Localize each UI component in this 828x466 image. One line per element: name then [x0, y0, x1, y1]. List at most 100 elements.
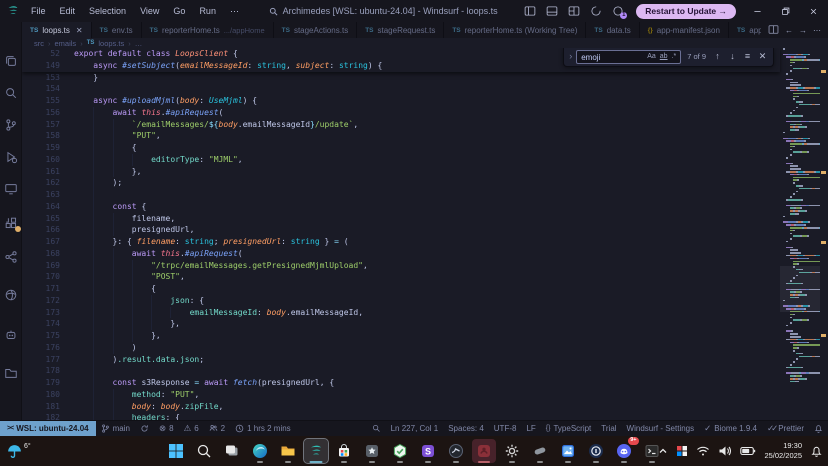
taskbar-settings-icon[interactable]	[500, 439, 524, 463]
trial[interactable]: Trial	[596, 421, 621, 436]
search-icon[interactable]	[0, 82, 22, 104]
tab-stagerequest.ts[interactable]: TSstageRequest.ts	[357, 22, 444, 38]
find-next-button[interactable]: ↓	[727, 51, 738, 63]
find-in-selection-button[interactable]: ≡	[742, 51, 753, 63]
taskbar-edge-icon[interactable]	[248, 439, 272, 463]
remote-explorer-icon[interactable]	[0, 178, 22, 200]
git-branch[interactable]: main	[96, 421, 135, 436]
battery-icon[interactable]	[740, 446, 756, 456]
taskbar-store-icon[interactable]	[332, 439, 356, 463]
taskbar-onepassword-icon[interactable]	[584, 439, 608, 463]
explorer-folder-icon[interactable]	[0, 362, 22, 384]
overview-ruler[interactable]	[820, 48, 828, 420]
source-control-icon[interactable]	[0, 114, 22, 136]
cascade-circle-icon[interactable]	[586, 2, 606, 20]
taskbar-file-explorer-icon[interactable]	[276, 439, 300, 463]
tab-stageactions.ts[interactable]: TSstageActions.ts	[274, 22, 358, 38]
taskbar-discord-icon[interactable]: 9+	[612, 439, 636, 463]
minimap[interactable]	[780, 48, 820, 420]
menu-view[interactable]: View	[133, 6, 166, 17]
minimize-button[interactable]	[744, 0, 770, 22]
taskbar-app-pill-icon[interactable]	[528, 439, 552, 463]
session-timer[interactable]: 1 hrs 2 mins	[230, 421, 296, 436]
problems-warnings[interactable]: ⚠6	[179, 421, 204, 436]
layout-sidebar-icon[interactable]	[520, 2, 540, 20]
menu-[interactable]: ⋯	[223, 6, 246, 17]
whole-word-toggle[interactable]: ab	[660, 51, 668, 63]
layout-customize-icon[interactable]	[564, 2, 584, 20]
layout-panel-icon[interactable]	[542, 2, 562, 20]
indentation[interactable]: Spaces: 4	[443, 421, 489, 436]
find-previous-button[interactable]: ↑	[712, 51, 723, 63]
biome[interactable]: ✓Biome 1.9.4	[699, 421, 762, 436]
account-icon[interactable]: 1	[608, 2, 628, 20]
notification-bell-icon[interactable]	[810, 445, 823, 458]
tab-close-icon[interactable]: ✕	[76, 26, 83, 35]
tab-data.ts[interactable]: TSdata.ts	[586, 22, 639, 38]
menu-file[interactable]: File	[24, 6, 53, 17]
taskbar-app-star-icon[interactable]	[360, 439, 384, 463]
taskbar-start-icon[interactable]	[164, 439, 188, 463]
taskbar-windsurf-icon[interactable]	[304, 439, 328, 463]
restart-to-update-button[interactable]: Restart to Update →	[636, 4, 736, 19]
close-button[interactable]	[800, 0, 826, 22]
references-icon[interactable]	[0, 246, 22, 268]
find-expand-icon[interactable]: ›	[569, 51, 572, 63]
remote-indicator[interactable]: ><WSL: ubuntu-24.04	[0, 421, 96, 436]
more-actions-icon[interactable]: ⋯	[813, 26, 821, 35]
encoding[interactable]: UTF-8	[489, 421, 522, 436]
breadcrumb-item[interactable]: src	[34, 39, 44, 48]
breadcrumb-item[interactable]: loops.ts	[98, 39, 124, 48]
prettier[interactable]: ✓✓Prettier	[762, 421, 809, 436]
language-mode[interactable]: {}TypeScript	[541, 421, 596, 436]
code-editor[interactable]: 153 }154 155 async #uploadMjml(body: Use…	[22, 48, 828, 420]
taskbar-taskbar-search-icon[interactable]	[192, 439, 216, 463]
tab-app-manifest.json[interactable]: {}app-manifest.json	[640, 22, 729, 38]
split-editor-icon[interactable]	[768, 24, 779, 37]
tab-loops.ts[interactable]: TSloops.ts✕	[22, 22, 92, 38]
taskbar-app-circle-icon[interactable]	[444, 439, 468, 463]
menu-go[interactable]: Go	[166, 6, 192, 17]
taskbar-photos-icon[interactable]	[556, 439, 580, 463]
tab-apphome[interactable]: TSappHome	[729, 22, 761, 38]
status-search[interactable]	[367, 421, 386, 436]
find-close-button[interactable]: ✕	[757, 51, 768, 63]
cursor-position[interactable]: Ln 227, Col 1	[386, 421, 444, 436]
tray-app-icon[interactable]	[676, 445, 688, 457]
menu-run[interactable]: Run	[192, 6, 223, 17]
tab-reporterhome.ts-working-tree-[interactable]: TSreporterHome.ts (Working Tree)	[444, 22, 586, 38]
nav-forward-icon[interactable]: →	[799, 26, 807, 35]
command-center[interactable]: Archimedes [WSL: ubuntu-24.04] - Windsur…	[246, 6, 520, 16]
extensions-icon[interactable]	[0, 212, 22, 234]
match-case-toggle[interactable]: Aa	[647, 51, 656, 63]
tray-clock[interactable]: 19:30 25/02/2025	[764, 441, 802, 461]
breadcrumb-item[interactable]: emails	[55, 39, 77, 48]
browser-preview-icon[interactable]	[0, 284, 22, 306]
taskbar-task-view-icon[interactable]	[220, 439, 244, 463]
notifications-bell[interactable]	[809, 421, 828, 436]
taskbar-app-hexagon-icon[interactable]	[388, 439, 412, 463]
menu-edit[interactable]: Edit	[53, 6, 83, 17]
git-sync[interactable]	[135, 421, 154, 436]
cascade-icon[interactable]	[0, 324, 22, 346]
windsurf-settings[interactable]: Windsurf - Settings	[622, 421, 700, 436]
tray-chevron-up-icon[interactable]	[658, 446, 668, 456]
taskbar-app-purple-s-icon[interactable]: S	[416, 439, 440, 463]
breadcrumb-item[interactable]: …	[135, 39, 143, 48]
nav-back-icon[interactable]: ←	[785, 26, 793, 35]
find-input[interactable]	[581, 53, 643, 62]
taskbar-app-red-icon[interactable]	[472, 439, 496, 463]
volume-icon[interactable]	[718, 445, 732, 457]
restore-button[interactable]	[772, 0, 798, 22]
eol[interactable]: LF	[521, 421, 540, 436]
copy-pages-icon[interactable]	[0, 50, 22, 72]
wifi-icon[interactable]	[696, 445, 710, 457]
menu-selection[interactable]: Selection	[82, 6, 133, 17]
run-debug-icon[interactable]	[0, 146, 22, 168]
tab-reporterhome.ts[interactable]: TSreporterHome.ts.../appHome	[142, 22, 274, 38]
tab-env.ts[interactable]: TSenv.ts	[92, 22, 142, 38]
taskbar-weather[interactable]: 6°	[6, 436, 31, 466]
accounts[interactable]: 2	[204, 421, 230, 436]
regex-toggle[interactable]: .*	[672, 51, 677, 63]
problems-errors[interactable]: ⊗8	[154, 421, 179, 436]
